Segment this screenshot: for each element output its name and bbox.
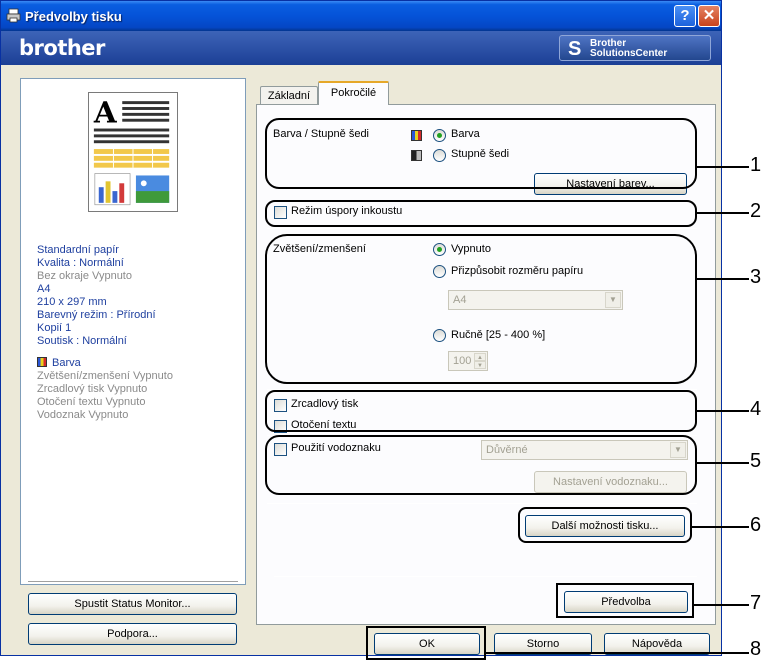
summary-copies: Kopií 1	[37, 322, 72, 334]
leader-line-6	[692, 526, 749, 528]
status-monitor-button[interactable]: Spustit Status Monitor...	[28, 593, 237, 615]
summary-rotate: Otočení textu Vypnuto	[37, 396, 146, 408]
brother-banner: brother S Brother SolutionsCenter	[1, 31, 721, 65]
summary-color-label: Barva	[52, 357, 81, 369]
summary-color-row: Barva	[37, 357, 173, 370]
callout-number-8: 8	[750, 638, 761, 660]
help-titlebar-button[interactable]: ?	[674, 5, 696, 27]
callout-frame-2	[265, 200, 697, 227]
summary-watermark: Vodoznak Vypnuto	[37, 409, 129, 421]
svg-text:A: A	[93, 95, 118, 130]
divider-4	[267, 503, 697, 504]
window-title: Předvolby tisku	[25, 9, 122, 24]
leader-line-2	[697, 212, 749, 214]
callout-frame-6	[518, 507, 692, 543]
settings-summary-panel: A Standardní papír Kvalita : Normální Be	[20, 78, 246, 585]
summary-scaling: Zvětšení/zmenšení Vypnuto	[37, 370, 173, 382]
summary-text-block: Standardní papír Kvalita : Normální Bez …	[37, 244, 173, 422]
leader-line-4	[697, 410, 749, 412]
summary-quality: Kvalita : Normální	[37, 257, 124, 269]
summary-color-mode: Barevný režim : Přírodní	[37, 309, 156, 321]
printer-icon	[6, 8, 21, 23]
left-separator	[28, 581, 238, 582]
tab-advanced[interactable]: Pokročilé	[318, 81, 389, 105]
callout-frame-8	[366, 626, 486, 660]
summary-collate: Soutisk : Normální	[37, 335, 127, 347]
divider-5	[274, 576, 697, 577]
callout-number-7: 7	[750, 592, 761, 614]
support-button[interactable]: Podpora...	[28, 623, 237, 645]
summary-paper-dimensions: 210 x 297 mm	[37, 296, 107, 308]
callout-frame-5	[265, 435, 697, 495]
callout-number-6: 6	[750, 514, 761, 536]
solutions-label-line2: SolutionsCenter	[590, 48, 668, 59]
summary-mirror: Zrcadlový tisk Vypnuto	[37, 383, 148, 395]
callout-frame-1	[265, 118, 697, 189]
callout-number-3: 3	[750, 266, 761, 288]
callout-frame-4	[265, 390, 697, 432]
solutions-s-icon: S	[568, 38, 582, 60]
leader-line-5	[697, 462, 749, 464]
leader-line-1	[697, 166, 749, 168]
summary-borderless: Bez okraje Vypnuto	[37, 270, 132, 282]
summary-media-type: Standardní papír	[37, 244, 119, 256]
callout-number-4: 4	[750, 398, 761, 420]
callout-number-5: 5	[750, 450, 761, 472]
callout-number-2: 2	[750, 200, 761, 222]
divider-1	[267, 228, 697, 229]
tab-basic[interactable]: Základní	[260, 86, 318, 106]
solutions-center-button[interactable]: S Brother SolutionsCenter	[559, 35, 711, 61]
brother-logo: brother	[19, 36, 105, 60]
color-mode-icon	[37, 357, 47, 367]
callout-frame-7	[556, 583, 694, 618]
leader-line-7	[694, 604, 749, 606]
summary-paper-size: A4	[37, 283, 51, 295]
leader-line-3	[697, 278, 749, 280]
page-preview-icon: A	[88, 92, 178, 212]
callout-number-1: 1	[750, 154, 761, 176]
title-bar[interactable]: Předvolby tisku ? ✕	[1, 1, 721, 31]
close-button[interactable]: ✕	[698, 5, 720, 27]
callout-frame-3	[265, 234, 697, 384]
leader-line-8	[486, 652, 749, 654]
